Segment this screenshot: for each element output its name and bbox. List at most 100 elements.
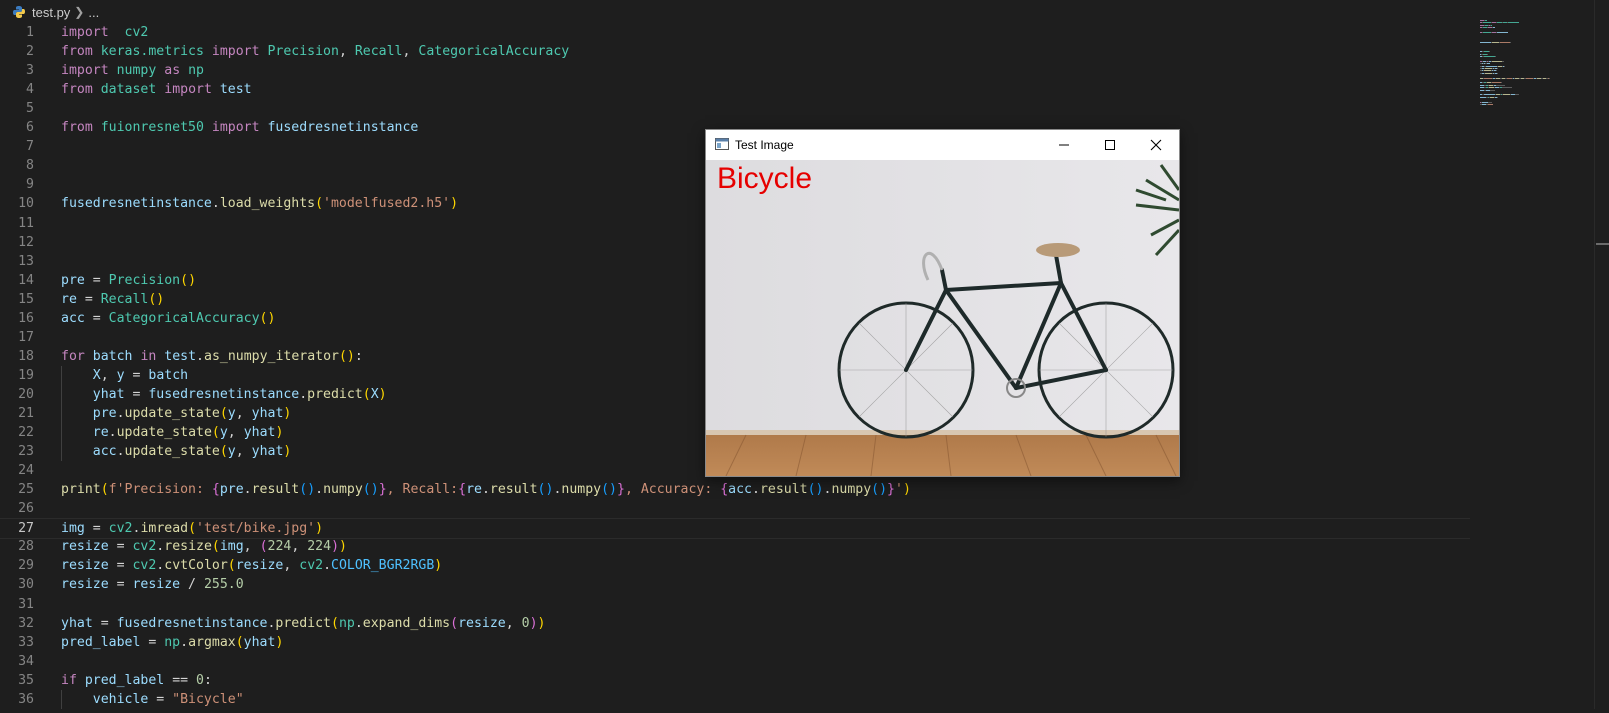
minimap-token [1495, 56, 1496, 57]
code-line[interactable]: 1 import cv2 [0, 23, 1470, 42]
line-number: 22 [18, 425, 34, 441]
close-icon [1150, 139, 1162, 151]
line-number: 18 [18, 348, 34, 364]
code-line[interactable]: 2 from keras.metrics import Precision, Re… [0, 42, 1470, 61]
line-number: 31 [18, 596, 34, 612]
code-line[interactable]: 34 [0, 652, 1470, 671]
code-text[interactable]: print(f'Precision: {pre.result().numpy()… [61, 480, 911, 499]
minimap-token [1503, 87, 1511, 89]
code-text[interactable]: img = cv2.imread('test/bike.jpg') [61, 519, 323, 538]
minimap-token [1484, 77, 1492, 79]
line-number: 19 [18, 367, 34, 383]
code-text[interactable]: re = Recall() [61, 290, 164, 309]
line-number: 5 [26, 101, 34, 117]
line-number: 26 [18, 501, 34, 517]
minimap-token [1486, 65, 1497, 67]
minimap-token [1501, 82, 1502, 84]
code-text[interactable]: from fuionresnet50 import fusedresnetins… [61, 118, 418, 137]
line-number: 21 [18, 406, 34, 421]
chevron-right-icon: ❯ [74, 5, 85, 19]
code-line[interactable]: 29 resize = cv2.cvtColor(resize, cv2.COLO… [0, 556, 1470, 575]
minimap-token [1518, 94, 1519, 96]
minimap-token [1487, 53, 1488, 55]
minimap-token [1497, 96, 1498, 98]
scrollbar-thumb[interactable] [1596, 243, 1609, 245]
code-text[interactable]: pred_label = np.argmax(yhat) [61, 633, 283, 652]
code-text[interactable]: resize = cv2.cvtColor(resize, cv2.COLOR_… [61, 556, 442, 575]
code-line[interactable]: 35 if pred_label == 0: [0, 671, 1470, 690]
code-text[interactable]: acc = CategoricalAccuracy() [61, 309, 275, 328]
code-text[interactable]: pre = Precision() [61, 271, 196, 290]
python-file-icon [13, 6, 25, 18]
maximize-button[interactable] [1087, 130, 1133, 160]
minimize-button[interactable] [1041, 130, 1087, 160]
code-line[interactable]: 30 resize = resize / 255.0 [0, 575, 1470, 594]
minimap-token [1491, 24, 1492, 26]
breadcrumb-file[interactable]: test.py [32, 5, 70, 20]
code-line[interactable]: 25 print(f'Precision: {pre.result().numpy… [0, 480, 1470, 499]
code-text[interactable]: X, y = batch [61, 366, 188, 385]
code-text[interactable]: pre.update_state(y, yhat) [61, 404, 292, 423]
window-titlebar[interactable]: Test Image [706, 130, 1179, 160]
line-number: 9 [26, 177, 34, 193]
minimap-token [1485, 20, 1487, 21]
minimap[interactable] [1480, 20, 1570, 120]
minimap-token [1497, 72, 1498, 74]
bicycle-photo [706, 160, 1179, 476]
line-number: 15 [18, 291, 34, 307]
minimap-token [1492, 60, 1502, 62]
code-text[interactable]: vehicle = "Bicycle" [61, 690, 244, 709]
code-line[interactable]: 32 yhat = fusedresnetinstance.predict(np.… [0, 614, 1470, 633]
code-line[interactable]: 36 vehicle = "Bicycle" [0, 690, 1470, 709]
minimap-token [1503, 60, 1504, 62]
code-line[interactable]: 31 [0, 595, 1470, 614]
line-number: 13 [18, 253, 34, 269]
minimap-token [1483, 22, 1491, 24]
line-number: 28 [18, 539, 34, 555]
code-text[interactable]: from dataset import test [61, 80, 252, 99]
close-button[interactable] [1133, 130, 1179, 160]
code-text[interactable]: acc.update_state(y, yhat) [61, 442, 292, 461]
minimap-token [1487, 63, 1490, 65]
window-app-icon [715, 138, 729, 150]
code-line[interactable]: 3 import numpy as np [0, 61, 1470, 80]
test-image-window[interactable]: Test Image Bicycle [705, 129, 1180, 477]
minimap-token [1511, 87, 1512, 89]
code-text[interactable]: yhat = fusedresnetinstance.predict(X) [61, 385, 387, 404]
code-text[interactable]: fusedresnetinstance.load_weights('modelf… [61, 194, 458, 213]
line-number: 4 [26, 82, 34, 98]
minimap-token [1488, 104, 1493, 105]
code-line[interactable]: 33 pred_label = np.argmax(yhat) [0, 633, 1470, 652]
vertical-scrollbar[interactable] [1594, 0, 1609, 709]
code-text[interactable]: if pred_label == 0: [61, 671, 212, 690]
minimap-token [1508, 22, 1519, 24]
code-text[interactable]: import numpy as np [61, 61, 204, 80]
minimap-token [1489, 51, 1490, 53]
code-text[interactable]: resize = cv2.resize(img, (224, 224)) [61, 537, 347, 556]
minimap-token [1485, 72, 1492, 74]
minimap-token [1480, 41, 1491, 43]
code-text[interactable]: re.update_state(y, yhat) [61, 423, 284, 442]
code-line[interactable]: 26 [0, 499, 1470, 518]
line-number: 23 [18, 444, 34, 460]
code-line[interactable]: 4 from dataset import test [0, 80, 1470, 99]
minimap-token [1503, 94, 1510, 96]
line-number: 29 [18, 558, 34, 574]
code-text[interactable]: from keras.metrics import Precision, Rec… [61, 42, 569, 61]
code-line[interactable]: 27 img = cv2.imread('test/bike.jpg') [0, 518, 1470, 540]
code-text[interactable]: resize = resize / 255.0 [61, 575, 244, 594]
line-number: 10 [18, 196, 34, 212]
code-text[interactable]: for batch in test.as_numpy_iterator(): [61, 347, 363, 366]
minimap-token [1492, 89, 1495, 91]
minimap-token [1504, 65, 1505, 67]
line-number: 8 [26, 158, 34, 174]
breadcrumb-more[interactable]: ... [88, 5, 99, 20]
line-number: 1 [26, 25, 34, 40]
code-text[interactable]: yhat = fusedresnetinstance.predict(np.ex… [61, 614, 545, 633]
line-number: 33 [18, 634, 34, 650]
code-line[interactable]: 5 [0, 99, 1470, 118]
code-line[interactable]: 28 resize = cv2.resize(img, (224, 224)) [0, 537, 1470, 556]
code-text[interactable]: import cv2 [61, 23, 148, 42]
minimize-icon [1059, 144, 1069, 146]
line-number: 25 [18, 482, 34, 498]
